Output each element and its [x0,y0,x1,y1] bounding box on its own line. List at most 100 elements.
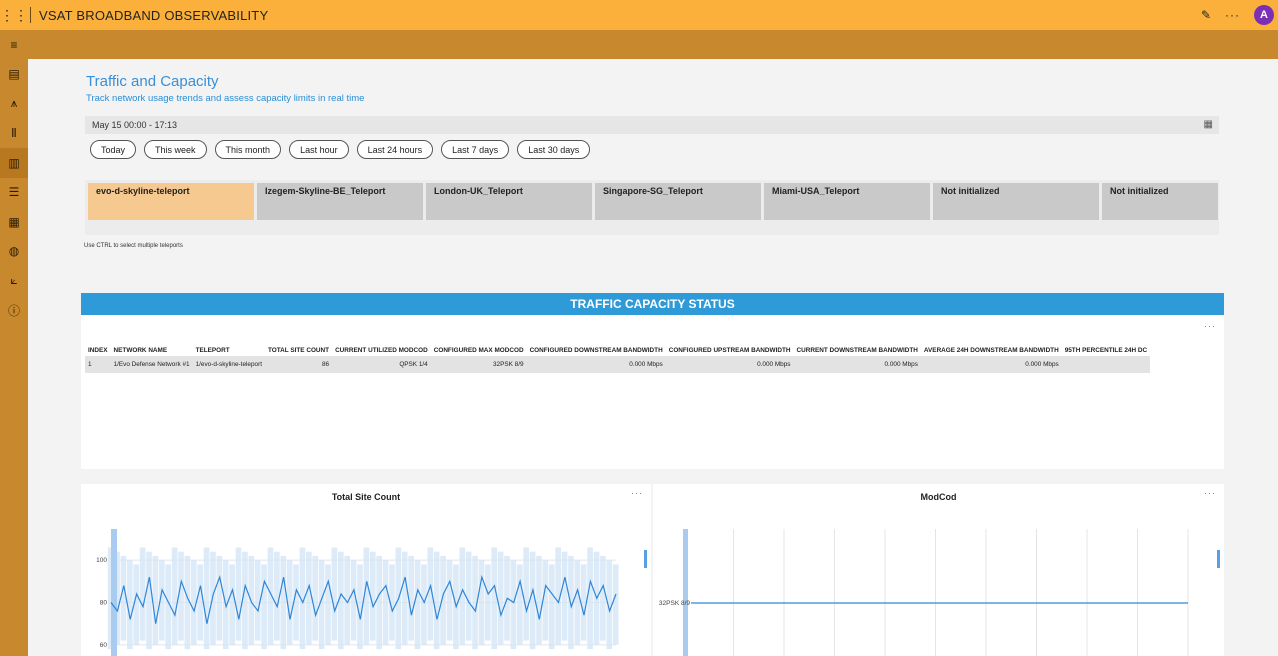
sidebar-item-report[interactable]: ▦ [0,207,28,237]
table-row[interactable]: 1 1/Evo Defense Network #1 1/evo-d-skyline… [85,356,1151,373]
table-cell: 0.000 Mbps [526,356,666,373]
column-header[interactable]: CONFIGURED DOWNSTREAM BANDWIDTH [527,345,666,356]
range-band [440,555,446,645]
info-icon: ⓘ [7,303,20,318]
y-tick-label: 32PSK 8/9 [659,600,690,607]
scroll-handle [1217,550,1220,568]
date-range-input[interactable]: May 15 00:00 - 17:13 ▦ [85,116,1219,134]
ellipsis-icon[interactable]: ··· [1225,8,1240,22]
avatar[interactable]: A [1254,5,1274,25]
sidebar-item-network[interactable]: ⩚ [0,89,28,119]
range-band [600,555,606,641]
modcod-chart: 32PSK 8/9 [659,529,1220,656]
column-header[interactable]: CONFIGURED UPSTREAM BANDWIDTH [666,345,794,356]
quick-range-button[interactable]: Today [90,140,137,159]
teleport-tile[interactable]: London-UK_Teleport [426,183,592,220]
quick-range-button[interactable]: This month [214,140,282,159]
table-cell: 1 [85,356,111,373]
sidebar: ≡ ▤ ⩚ Ⅱ ▥ ☰ ▦ ◍ ⟀ ⓘ [0,30,28,656]
range-band [580,564,587,641]
analytics-icon: ⟀ [10,273,18,288]
range-band [171,547,178,645]
quick-range-button[interactable]: Last 7 days [441,140,510,159]
teleport-tiles: evo-d-skyline-teleport Izegem-Skyline-BE_… [88,183,1218,220]
column-header[interactable]: CURRENT UTILIZED MODCOD [332,345,431,356]
range-band [421,564,427,645]
range-band [465,551,472,641]
column-header[interactable]: CURRENT DOWNSTREAM BANDWIDTH [793,345,920,356]
column-header[interactable]: 95TH PERCENTILE 24H DC [1062,345,1150,356]
teleport-tile[interactable]: Singapore-SG_Teleport [595,183,761,220]
sidebar-item-analytics[interactable]: ⟀ [0,266,28,296]
date-range-value: May 15 00:00 - 17:13 [92,120,178,130]
column-header[interactable]: TELEPORT [193,345,265,356]
status-table-wrap: INDEX NETWORK NAME TELEPORT TOTAL SITE COUN… [85,345,1221,373]
grid-icon[interactable]: ⋮⋮ [0,0,28,30]
report-icon: ▦ [8,214,20,229]
range-band [433,551,440,650]
top-bar: ⋮⋮ VSAT BROADBAND OBSERVABILITY ✎ ··· A [0,0,1278,30]
sidebar-item-info[interactable]: ⓘ [0,296,28,326]
sidebar-item-menu[interactable]: ≡ [0,30,28,60]
dashboard-icon: ▤ [8,67,20,82]
range-band [216,555,223,641]
modcod-chart-card: ModCod ··· 32PSK 8/9 [653,484,1224,656]
range-band [510,560,517,650]
teleport-tile[interactable]: Miami-USA_Teleport [764,183,930,220]
quick-range-button[interactable]: Last hour [289,140,349,159]
teleport-tile[interactable]: Izegem-Skyline-BE_Teleport [257,183,423,220]
range-band [587,547,593,650]
range-band [536,555,542,645]
column-header[interactable]: NETWORK NAME [111,345,193,356]
range-band [523,547,530,641]
column-header[interactable]: TOTAL SITE COUNT [265,345,332,356]
range-band [414,560,421,650]
range-band [152,555,159,645]
teleport-tile[interactable]: evo-d-skyline-teleport [88,183,254,220]
sidebar-item-dashboard[interactable]: ▤ [0,60,28,90]
range-band [484,564,491,641]
sidebar-item-list[interactable]: ☰ [0,178,28,208]
ctrl-note: Use CTRL to select multiple teleports [84,243,183,249]
range-band [561,551,568,641]
table-cell: 1/evo-d-skyline-teleport [192,356,265,373]
traffic-icon: ▥ [8,155,20,170]
quick-range-button[interactable]: Last 24 hours [356,140,434,159]
table-cell: 86 [264,356,333,373]
sidebar-item-antenna[interactable]: Ⅱ [0,119,28,149]
quick-range-button[interactable]: Last 30 days [517,140,591,159]
teleport-tile[interactable]: Not initialized [1102,183,1218,220]
range-band [312,555,319,641]
ellipsis-icon[interactable]: ··· [1204,321,1216,331]
range-band [612,564,619,645]
app-title: VSAT BROADBAND OBSERVABILITY [39,7,269,23]
table-cell: QPSK 1/4 [332,356,431,373]
column-header[interactable]: INDEX [85,345,111,356]
sidebar-item-globe[interactable]: ◍ [0,237,28,267]
status-title: TRAFFIC CAPACITY STATUS [81,293,1224,315]
range-band [491,547,498,650]
range-band [548,564,555,650]
site-count-chart: 100 80 60 [96,529,647,656]
scroll-handle [644,550,647,568]
sidebar-item-traffic[interactable]: ▥ [0,148,28,178]
range-band [120,555,127,641]
column-header[interactable]: CONFIGURED MAX MODCOD [431,345,527,356]
range-band [331,547,338,641]
table-cell [1061,356,1151,373]
quick-range-button[interactable]: This week [144,140,207,159]
range-band [516,564,523,645]
list-icon: ☰ [8,185,20,200]
range-band [478,560,485,645]
header-band [28,30,1278,59]
range-band [574,560,581,645]
teleport-tile[interactable]: Not initialized [933,183,1099,220]
table-cell: 1/Evo Defense Network #1 [110,356,193,373]
table-cell: 0.000 Mbps [665,356,794,373]
pencil-icon[interactable]: ✎ [1201,8,1211,22]
column-header[interactable]: AVERAGE 24H DOWNSTREAM BANDWIDTH [921,345,1062,356]
menu-icon: ≡ [10,37,18,52]
range-band [382,560,389,645]
traffic-capacity-card: TRAFFIC CAPACITY STATUS ··· INDEX NETWORK… [81,293,1224,469]
calendar-icon[interactable]: ▦ [1204,119,1213,130]
